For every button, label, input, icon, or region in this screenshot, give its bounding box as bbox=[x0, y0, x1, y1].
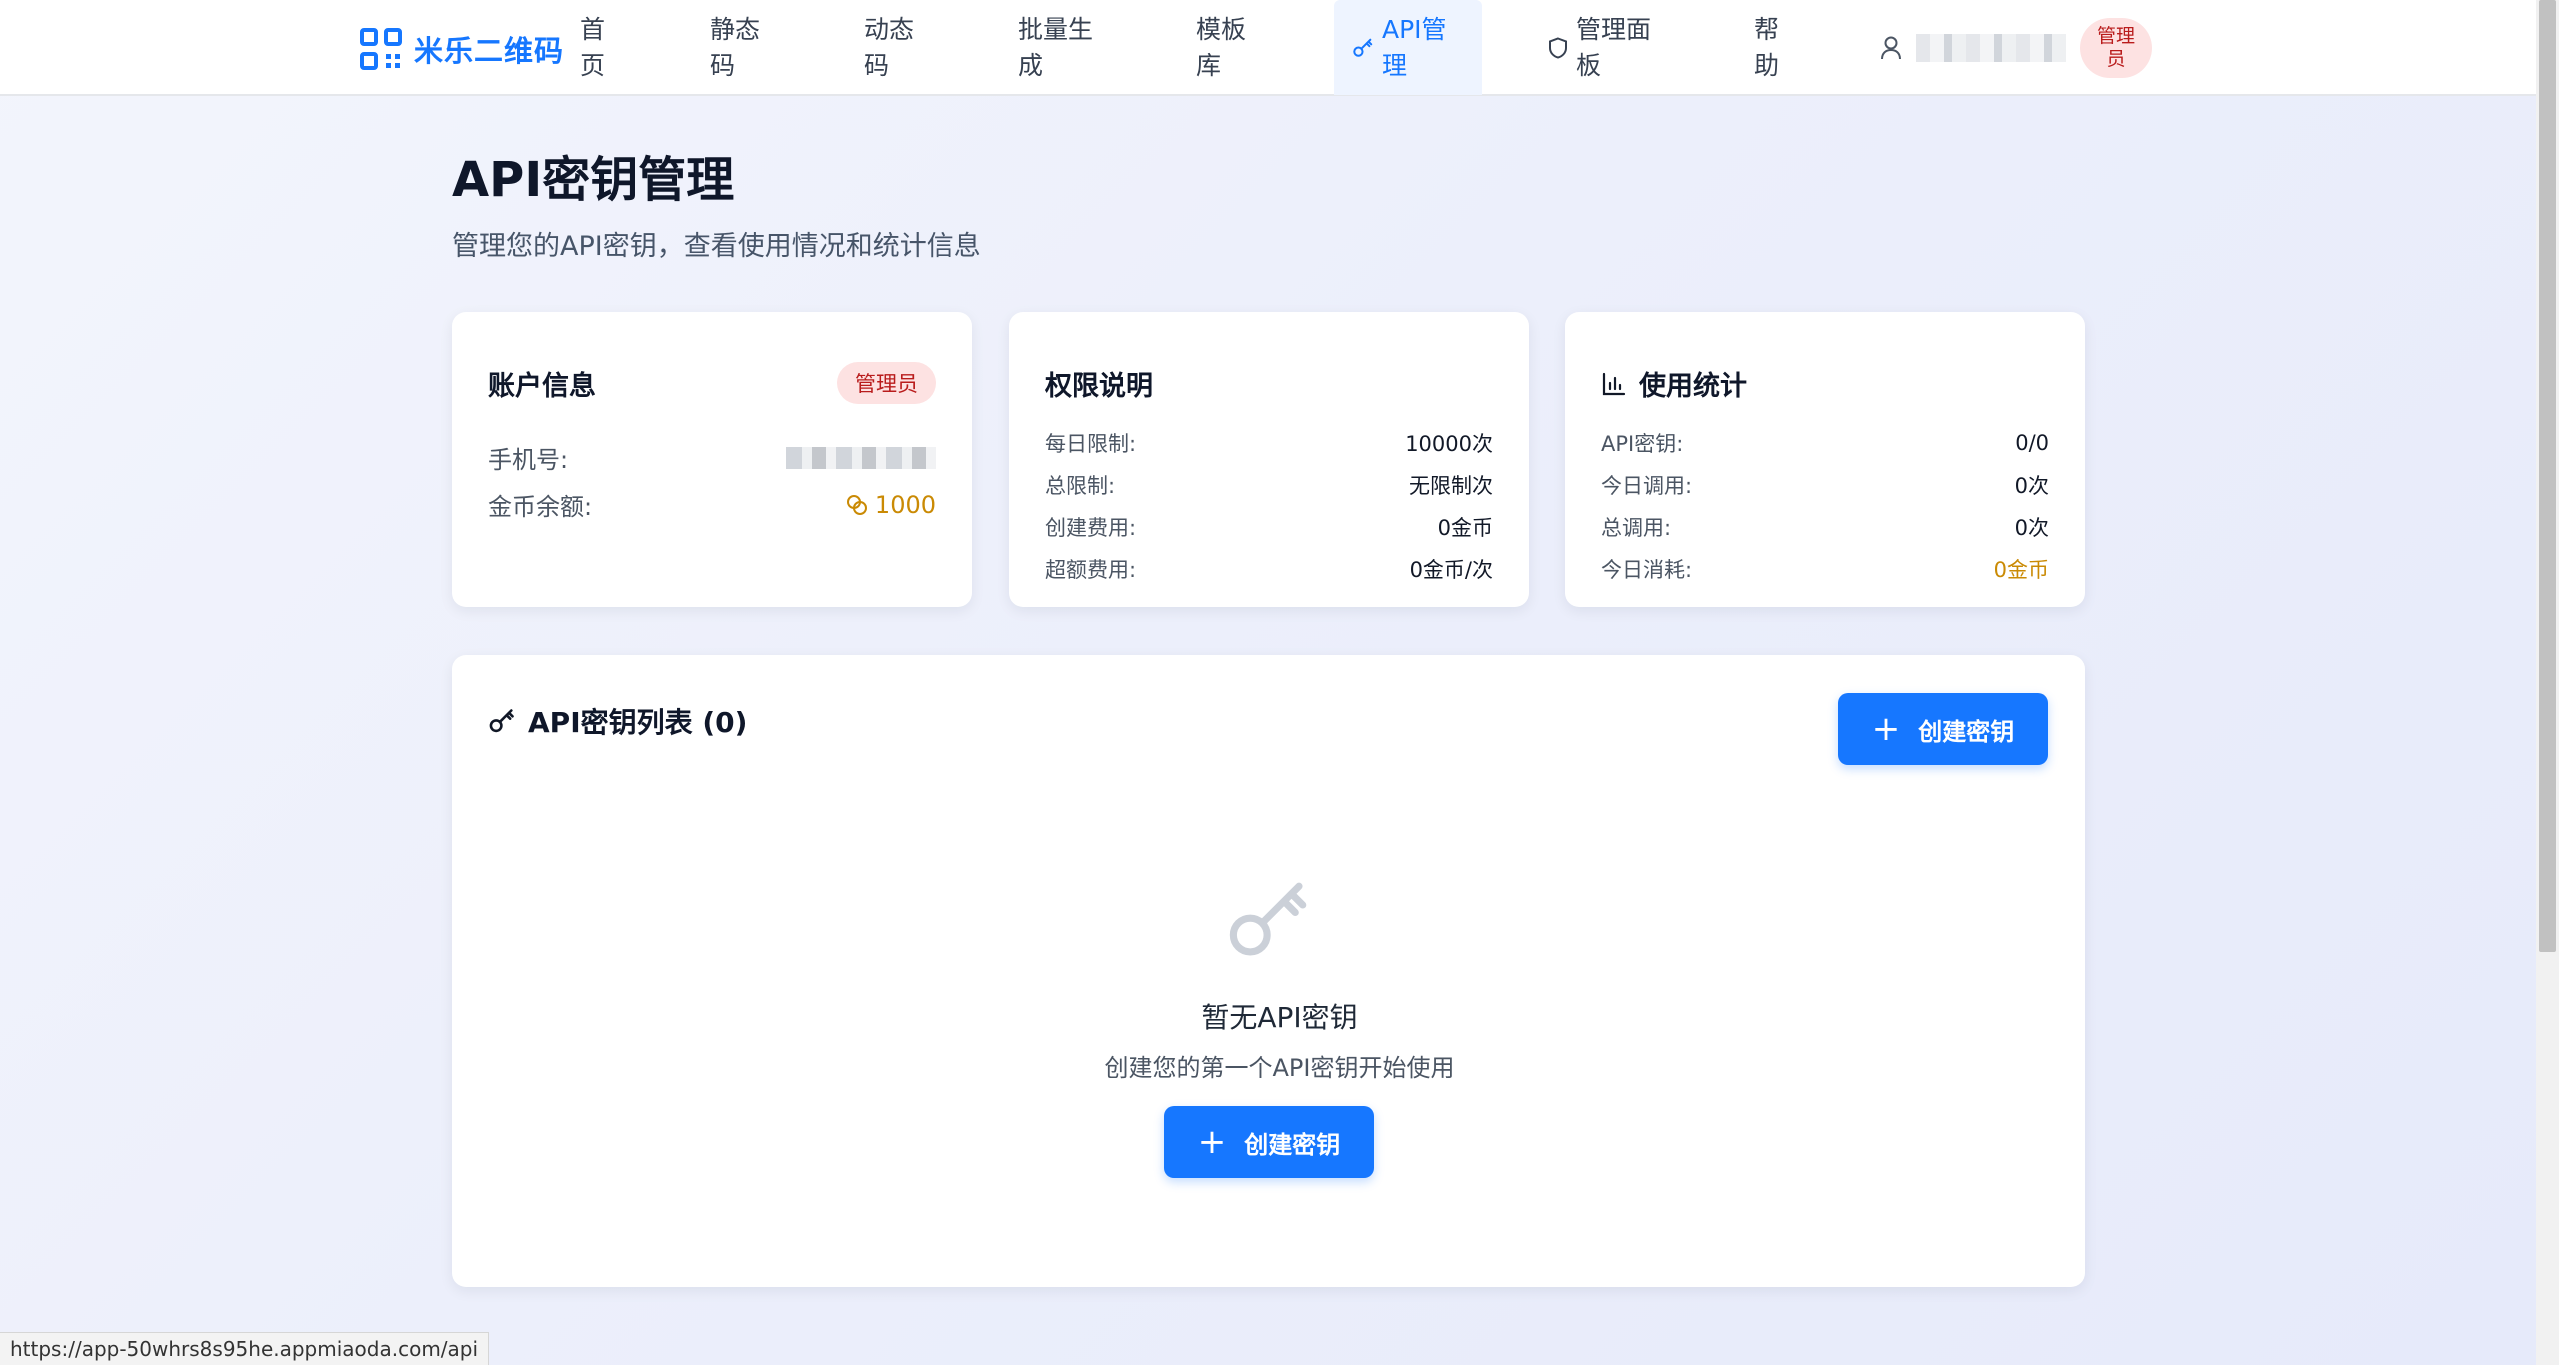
row-value: 0金币/次 bbox=[1409, 558, 1493, 582]
coins-label: 金币余额: bbox=[488, 493, 593, 521]
card-title: 权限说明 bbox=[1045, 371, 1153, 402]
masked-username bbox=[1916, 34, 2066, 62]
row-label: 总调用: bbox=[1601, 516, 1672, 540]
account-info-card: 账户信息 管理员 手机号: 金币余额: 1000 bbox=[452, 312, 972, 607]
shield-icon bbox=[1548, 36, 1568, 59]
nav-dynamic-code[interactable]: 动态码 bbox=[864, 0, 928, 95]
usage-stats-card: 使用统计 API密钥: 0/0 今日调用: 0次 总调用: 0次 今日消耗: 0… bbox=[1565, 312, 2085, 607]
nav-help[interactable]: 帮助 bbox=[1754, 0, 1802, 95]
permission-row: 总限制: 无限制次 bbox=[1045, 470, 1493, 500]
nav-home[interactable]: 首页 bbox=[580, 0, 628, 95]
nav-label: 首页 bbox=[580, 14, 606, 80]
row-value: 0/0 bbox=[2015, 431, 2049, 455]
row-value: 无限制次 bbox=[1409, 474, 1493, 498]
nav-admin-panel[interactable]: 管理面板 bbox=[1548, 0, 1668, 95]
coins-icon bbox=[846, 494, 867, 515]
key-icon bbox=[488, 707, 516, 735]
permission-card: 权限说明 每日限制: 10000次 总限制: 无限制次 创建费用: 0金币 超额… bbox=[1009, 312, 1529, 607]
row-label: 今日调用: bbox=[1601, 474, 1693, 498]
page-title: API密钥管理 bbox=[452, 152, 735, 208]
card-title-wrap: 使用统计 bbox=[1601, 364, 1747, 403]
status-bar-url: https://app-50whrs8s95he.appmiaoda.com/a… bbox=[0, 1332, 490, 1365]
top-navbar: 米乐二维码 首页 静态码 动态码 批量生成 模板库 API管理 管理面板 帮助 bbox=[0, 0, 2536, 96]
nav-api-management[interactable]: API管理 bbox=[1334, 0, 1482, 95]
coins-row: 金币余额: 1000 bbox=[488, 487, 936, 522]
brand-name: 米乐二维码 bbox=[414, 34, 565, 68]
usage-row: API密钥: 0/0 bbox=[1601, 428, 2049, 458]
create-key-label: 创建密钥 bbox=[1918, 717, 2015, 746]
masked-phone-number bbox=[786, 446, 936, 469]
panel-title: API密钥列表 (0) bbox=[528, 706, 748, 739]
nav-template-library[interactable]: 模板库 bbox=[1196, 0, 1260, 95]
card-title: 账户信息 bbox=[488, 371, 596, 402]
role-badge: 管理员 bbox=[2080, 18, 2152, 78]
usage-row: 总调用: 0次 bbox=[1601, 512, 2049, 542]
empty-state-subtitle: 创建您的第一个API密钥开始使用 bbox=[1104, 1054, 1455, 1082]
nav-static-code[interactable]: 静态码 bbox=[710, 0, 774, 95]
create-key-label: 创建密钥 bbox=[1244, 1130, 1341, 1159]
nav-batch-generate[interactable]: 批量生成 bbox=[1018, 0, 1102, 95]
row-label: API密钥: bbox=[1601, 432, 1684, 456]
nav-label: API管理 bbox=[1382, 14, 1447, 80]
page-scrollbar[interactable] bbox=[2536, 0, 2559, 1365]
coins-value: 1000 bbox=[874, 490, 936, 519]
usage-row: 今日调用: 0次 bbox=[1601, 470, 2049, 500]
row-label: 总限制: bbox=[1045, 474, 1116, 498]
brand[interactable]: 米乐二维码 bbox=[360, 28, 564, 70]
qr-logo-icon bbox=[360, 28, 402, 70]
large-key-icon bbox=[1224, 875, 1314, 969]
phone-row: 手机号: bbox=[488, 440, 936, 475]
nav-label: 静态码 bbox=[710, 14, 761, 80]
bar-chart-icon bbox=[1601, 371, 1627, 397]
permission-row: 创建费用: 0金币 bbox=[1045, 512, 1493, 542]
nav-label: 管理面板 bbox=[1576, 14, 1652, 80]
row-label: 今日消耗: bbox=[1601, 558, 1693, 582]
nav-label: 批量生成 bbox=[1018, 14, 1094, 80]
phone-label: 手机号: bbox=[488, 446, 569, 474]
permission-row: 每日限制: 10000次 bbox=[1045, 428, 1493, 458]
scrollbar-thumb[interactable] bbox=[2539, 0, 2556, 952]
key-icon bbox=[1352, 37, 1374, 59]
row-label: 每日限制: bbox=[1045, 432, 1137, 456]
plus-icon: + bbox=[1197, 1122, 1227, 1162]
row-label: 创建费用: bbox=[1045, 516, 1137, 540]
empty-create-key-button[interactable]: + 创建密钥 bbox=[1164, 1106, 1374, 1178]
nav-label: 动态码 bbox=[864, 14, 915, 80]
row-value: 0金币 bbox=[1437, 516, 1493, 540]
nav-label: 模板库 bbox=[1196, 14, 1247, 80]
row-value: 0次 bbox=[2014, 516, 2049, 540]
row-label: 超额费用: bbox=[1045, 558, 1137, 582]
card-title: 使用统计 bbox=[1639, 371, 1747, 402]
row-value: 0金币 bbox=[1993, 558, 2049, 582]
panel-title-wrap: API密钥列表 (0) bbox=[488, 701, 747, 741]
user-menu[interactable]: 管理员 bbox=[1880, 18, 2152, 78]
usage-row: 今日消耗: 0金币 bbox=[1601, 554, 2049, 584]
row-value: 0次 bbox=[2014, 474, 2049, 498]
role-badge: 管理员 bbox=[837, 362, 936, 404]
plus-icon: + bbox=[1871, 709, 1901, 749]
empty-state-title: 暂无API密钥 bbox=[1201, 1001, 1358, 1034]
coins-balance: 1000 bbox=[845, 491, 936, 519]
permission-row: 超额费用: 0金币/次 bbox=[1045, 554, 1493, 584]
page-subtitle: 管理您的API密钥，查看使用情况和统计信息 bbox=[452, 231, 981, 262]
row-value: 10000次 bbox=[1405, 432, 1493, 456]
api-keys-panel: API密钥列表 (0) + 创建密钥 bbox=[452, 655, 2085, 1287]
user-icon bbox=[1880, 35, 1902, 61]
nav-label: 帮助 bbox=[1754, 14, 1780, 80]
create-key-button[interactable]: + 创建密钥 bbox=[1838, 693, 2048, 765]
